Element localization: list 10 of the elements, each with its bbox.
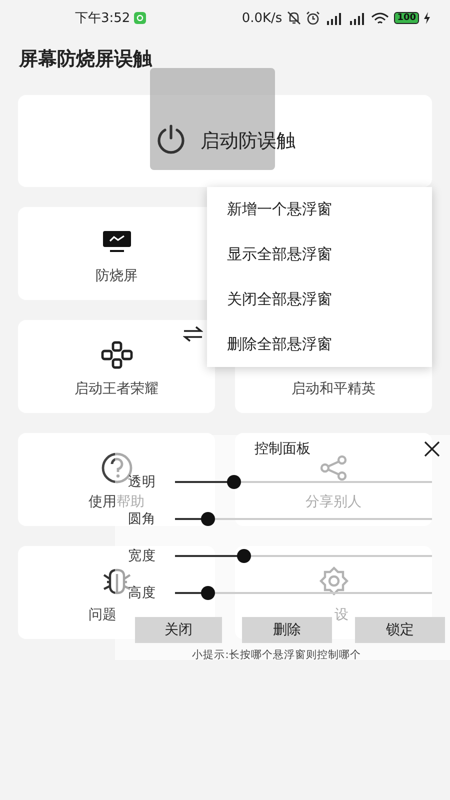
slider-label: 宽度 (127, 546, 156, 564)
status-time: 下午3:52 (75, 10, 130, 27)
battery-level: 100 (394, 12, 419, 24)
slider-label: 圆角 (127, 510, 156, 528)
app-title: 屏幕防烧屏误触 (18, 47, 154, 72)
network-speed: 0.0K/s (242, 10, 282, 26)
slider-label: 透明 (127, 472, 156, 490)
hint-text: 小提示:长按哪个悬浮窗则控制哪个 (191, 648, 362, 662)
slider-label: 高度 (127, 584, 156, 602)
panel-title: 控制面板 (254, 440, 310, 458)
